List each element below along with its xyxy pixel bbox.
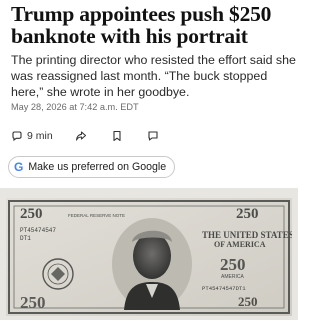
- article-timestamp: May 28, 2026 at 7:42 a.m. EDT: [11, 102, 139, 112]
- article-headline: Trump appointees push $250 banknote with…: [11, 2, 272, 48]
- preferred-source-button[interactable]: G Make us preferred on Google: [8, 156, 176, 178]
- bookmark-button[interactable]: [111, 130, 123, 142]
- note-country-line1: THE UNITED STATES: [202, 230, 292, 240]
- note-center-denomination: 250: [220, 255, 246, 274]
- article-dek: The printing director who resisted the e…: [11, 53, 296, 99]
- note-serial-sub: DT1: [20, 235, 31, 242]
- note-country-line2: OF AMERICA: [214, 240, 266, 249]
- article-photo: 250 FEDERAL RESERVE NOTE 250 PT45474547 …: [0, 188, 298, 320]
- note-header-text: FEDERAL RESERVE NOTE: [68, 213, 125, 218]
- note-denomination-top-right: 250: [236, 206, 259, 222]
- chat-icon: [148, 131, 158, 141]
- article-action-bar: 9 min: [11, 128, 171, 144]
- note-portrait-face: [133, 233, 171, 279]
- comment-icon: [12, 131, 22, 142]
- share-icon: [75, 131, 86, 141]
- note-denomination-bottom-right: 250: [238, 294, 258, 309]
- google-logo-icon: G: [14, 160, 24, 174]
- note-center-word: AMERICA: [221, 274, 244, 280]
- share-button[interactable]: [75, 130, 87, 142]
- note-denomination-bottom-left: 250: [20, 293, 46, 312]
- note-denomination-top-left: 250: [20, 206, 43, 222]
- note-serial-right: PT45474547DT1: [202, 285, 246, 292]
- preferred-source-label: Make us preferred on Google: [28, 161, 167, 173]
- read-time: 9 min: [27, 130, 53, 142]
- comments-button[interactable]: 9 min: [11, 130, 53, 142]
- note-serial-left: PT45474547: [20, 227, 56, 234]
- banknote-image: 250 FEDERAL RESERVE NOTE 250 PT45474547 …: [6, 198, 292, 316]
- article-view: Trump appointees push $250 banknote with…: [0, 0, 298, 320]
- chat-button[interactable]: [147, 130, 159, 142]
- bookmark-icon: [113, 130, 121, 142]
